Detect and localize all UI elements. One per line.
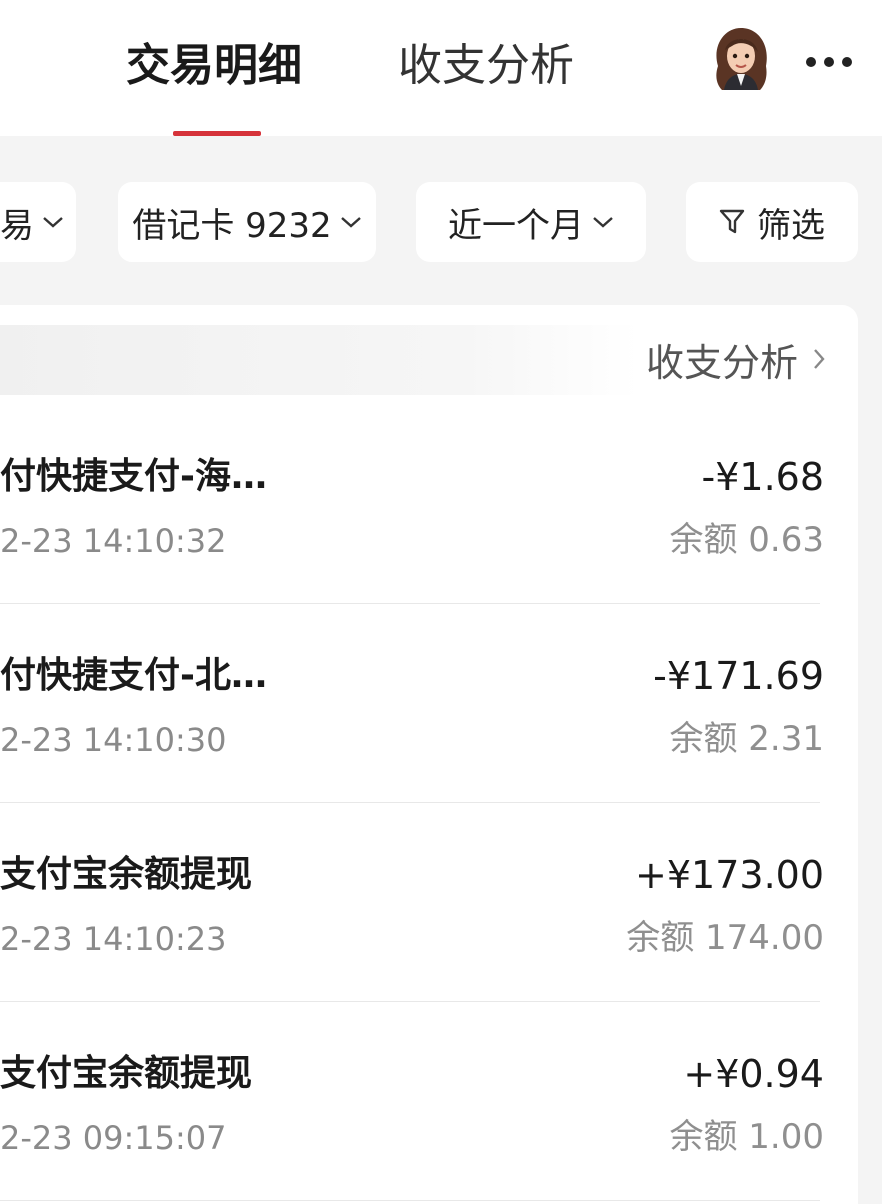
chevron-right-icon	[814, 349, 825, 369]
tab-transaction-details[interactable]: 交易明细	[126, 36, 302, 96]
chevron-down-icon	[43, 217, 63, 228]
filter-type-label: 易	[0, 205, 34, 246]
transaction-balance: 余额 1.00	[669, 1117, 824, 1157]
chevron-down-icon	[593, 217, 613, 228]
active-tab-indicator	[173, 131, 261, 136]
transaction-time: 2-23 14:10:23	[0, 920, 227, 958]
transaction-title: 付快捷支付-海…	[0, 456, 267, 497]
filter-period[interactable]: 近一个月	[416, 182, 646, 262]
filter-period-label: 近一个月	[448, 205, 584, 246]
analysis-link-label: 收支分析	[645, 340, 798, 385]
transaction-amount: -¥171.69	[653, 654, 824, 698]
filter-transaction-type[interactable]: 易	[0, 182, 76, 262]
funnel-icon	[719, 209, 745, 234]
filter-account-label: 借记卡 9232	[132, 205, 332, 246]
transaction-balance: 余额 174.00	[626, 918, 824, 958]
transaction-balance: 余额 0.63	[669, 520, 824, 560]
transaction-amount: +¥0.94	[683, 1052, 824, 1096]
filter-button-label: 筛选	[757, 205, 825, 246]
analysis-link[interactable]: 收支分析	[646, 333, 826, 385]
transaction-row[interactable]: 支付宝余额提现 2-23 09:15:07 +¥0.94 余额 1.00	[0, 1002, 858, 1201]
transaction-row[interactable]: 支付宝余额提现 2-23 14:10:23 +¥173.00 余额 174.00	[0, 803, 858, 1002]
transaction-time: 2-23 14:10:32	[0, 522, 227, 560]
row-divider	[0, 1200, 820, 1201]
transaction-title: 支付宝余额提现	[0, 854, 253, 895]
more-dots-icon[interactable]	[806, 52, 852, 72]
filter-account[interactable]: 借记卡 9232	[118, 182, 376, 262]
top-header: 交易明细 收支分析	[0, 0, 882, 136]
transaction-time: 2-23 09:15:07	[0, 1119, 227, 1157]
transaction-time: 2-23 14:10:30	[0, 721, 227, 759]
chevron-down-icon	[340, 217, 361, 228]
tab-income-expense-analysis[interactable]: 收支分析	[398, 36, 574, 96]
transaction-list-card: 收支分析 付快捷支付-海… 2-23 14:10:32 -¥1.68 余额 0.…	[0, 305, 858, 1204]
transaction-title: 支付宝余额提现	[0, 1053, 253, 1094]
avatar-woman-icon	[716, 28, 767, 90]
transaction-title: 付快捷支付-北…	[0, 655, 267, 696]
filter-button[interactable]: 筛选	[686, 182, 858, 262]
transaction-amount: -¥1.68	[701, 455, 825, 499]
avatar[interactable]	[710, 26, 772, 90]
transaction-row[interactable]: 付快捷支付-北… 2-23 14:10:30 -¥171.69 余额 2.31	[0, 604, 858, 803]
transaction-amount: +¥173.00	[635, 853, 824, 897]
transaction-row[interactable]: 付快捷支付-海… 2-23 14:10:32 -¥1.68 余额 0.63	[0, 405, 858, 604]
transaction-balance: 余额 2.31	[669, 719, 824, 759]
